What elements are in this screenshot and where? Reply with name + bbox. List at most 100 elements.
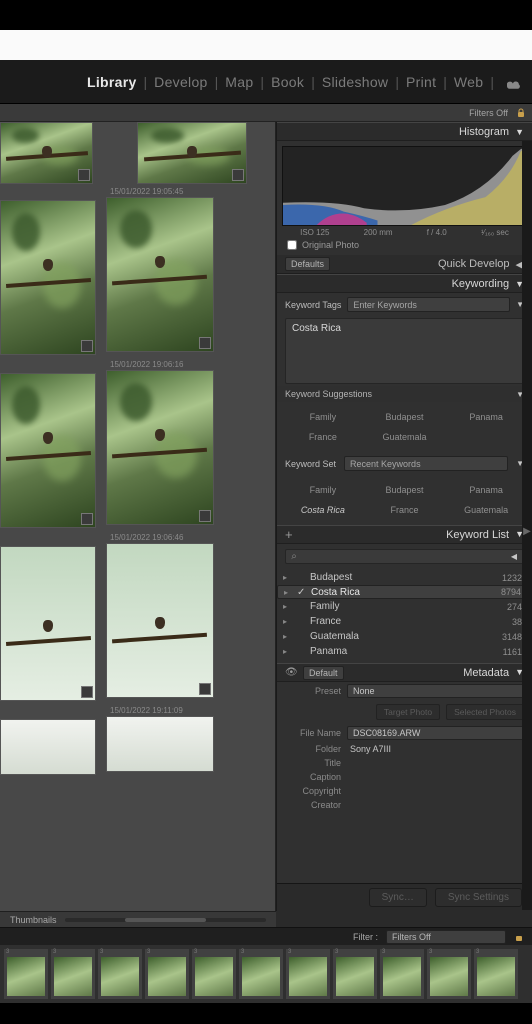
- flag-badge[interactable]: [78, 169, 90, 181]
- thumbnail-grid[interactable]: 3 15/01/2022 19:05:45 3 15/01/2022 19:06…: [0, 122, 276, 911]
- meta-label: Title: [285, 758, 341, 768]
- keyword-list-item[interactable]: ▸Budapest1232: [277, 570, 532, 585]
- grid-cell[interactable]: [106, 370, 214, 525]
- filter-select[interactable]: Filters Off: [386, 930, 506, 944]
- keyword-suggestions: Family Budapest Panama France Guatemala: [277, 402, 532, 452]
- suggestion-item[interactable]: [446, 428, 526, 446]
- metadata-header[interactable]: 👁Default Metadata▼: [277, 663, 532, 682]
- expand-arrow-icon[interactable]: ▶: [522, 526, 532, 544]
- set-item[interactable]: Panama: [446, 481, 526, 499]
- flag-badge[interactable]: [81, 513, 93, 525]
- suggestion-item[interactable]: Panama: [446, 408, 526, 426]
- keyword-tags-select[interactable]: Enter Keywords: [347, 297, 510, 312]
- grid-cell[interactable]: [106, 716, 214, 772]
- keyword-search[interactable]: ⌕◀: [285, 549, 524, 564]
- grid-cell[interactable]: [106, 543, 214, 698]
- keyword-list-item[interactable]: ▸✓Costa Rica8794: [277, 585, 532, 599]
- target-photo-button[interactable]: Target Photo: [376, 704, 440, 720]
- grid-cell[interactable]: [0, 122, 93, 184]
- plus-icon[interactable]: +: [285, 527, 293, 542]
- preset-label: Preset: [285, 686, 341, 696]
- flag-badge[interactable]: [199, 510, 211, 522]
- filmstrip-cell[interactable]: 3: [380, 949, 424, 999]
- selected-photos-button[interactable]: Selected Photos: [446, 704, 524, 720]
- keyword-list-item[interactable]: ▸Guatemala3148: [277, 629, 532, 644]
- timestamp: 15/01/2022 19:06:16: [106, 359, 266, 370]
- grid-cell[interactable]: [0, 719, 96, 775]
- keywording-header[interactable]: Keywording▼: [277, 274, 532, 293]
- grid-cell[interactable]: [0, 373, 96, 528]
- metadata-preset-select[interactable]: Default: [303, 666, 344, 680]
- set-item[interactable]: Costa Rica: [283, 501, 363, 519]
- keyword-list-item[interactable]: ▸France38: [277, 614, 532, 629]
- sync-button[interactable]: Sync…: [369, 888, 427, 907]
- meta-label: File Name: [285, 728, 341, 738]
- filmstrip-cell[interactable]: 3: [474, 949, 518, 999]
- original-photo-toggle[interactable]: Original Photo: [277, 238, 532, 255]
- histogram[interactable]: [282, 146, 527, 226]
- keyword-list-item[interactable]: ▸Panama1161: [277, 644, 532, 659]
- filmstrip-cell[interactable]: 3: [239, 949, 283, 999]
- tab-map[interactable]: Map: [225, 74, 253, 90]
- grid-cell[interactable]: [106, 197, 214, 352]
- filters-off-label[interactable]: Filters Off: [469, 108, 508, 118]
- cloud-icon[interactable]: [507, 77, 522, 87]
- grid-cell[interactable]: [0, 546, 96, 701]
- filmstrip-cell[interactable]: 3: [145, 949, 189, 999]
- meta-value[interactable]: Sony A7III: [347, 744, 524, 754]
- right-panel-edge[interactable]: ▶: [522, 141, 532, 910]
- suggestion-item[interactable]: France: [283, 428, 363, 446]
- keyword-tags-input[interactable]: Costa Rica: [285, 318, 524, 384]
- keyword-suggestions-header[interactable]: Keyword Suggestions▼: [277, 386, 532, 402]
- filmstrip-cell[interactable]: 3: [98, 949, 142, 999]
- set-item[interactable]: Budapest: [365, 481, 445, 499]
- tab-slideshow[interactable]: Slideshow: [322, 74, 389, 90]
- lock-icon[interactable]: [516, 108, 526, 118]
- tab-develop[interactable]: Develop: [154, 74, 207, 90]
- keyword-list-item[interactable]: ▸Family274: [277, 599, 532, 614]
- set-item[interactable]: Family: [283, 481, 363, 499]
- set-item[interactable]: France: [365, 501, 445, 519]
- lock-icon[interactable]: [514, 932, 524, 942]
- timestamp: 15/01/2022 19:05:45: [106, 186, 266, 197]
- tab-web[interactable]: Web: [454, 74, 483, 90]
- keyword-set-select[interactable]: Recent Keywords: [344, 456, 508, 471]
- qd-preset-select[interactable]: Defaults: [285, 257, 330, 271]
- thumbnail-size-slider[interactable]: [65, 918, 266, 922]
- filmstrip-cell[interactable]: 3: [286, 949, 330, 999]
- flag-badge[interactable]: [232, 169, 244, 181]
- tab-library[interactable]: Library: [87, 74, 137, 90]
- flag-badge[interactable]: [199, 337, 211, 349]
- histogram-header[interactable]: Histogram▼: [277, 122, 532, 141]
- tab-book[interactable]: Book: [271, 74, 304, 90]
- filmstrip-cell[interactable]: 3: [427, 949, 471, 999]
- filmstrip-cell[interactable]: 3: [333, 949, 377, 999]
- filmstrip-cell[interactable]: 3: [192, 949, 236, 999]
- preset-value[interactable]: None: [347, 684, 524, 698]
- flag-badge[interactable]: [199, 683, 211, 695]
- meta-label: Creator: [285, 800, 341, 810]
- suggestion-item[interactable]: Family: [283, 408, 363, 426]
- module-tabs: Library| Develop| Map| Book| Slideshow| …: [0, 30, 532, 104]
- filmstrip-cell[interactable]: 3: [4, 949, 48, 999]
- keyword-list: ▸Budapest1232▸✓Costa Rica8794▸Family274▸…: [277, 566, 532, 663]
- tab-print[interactable]: Print: [406, 74, 436, 90]
- sync-settings-button[interactable]: Sync Settings: [435, 888, 522, 907]
- thumbnail-footer: Thumbnails: [0, 911, 276, 927]
- histogram-meta: ISO 125200 mmf / 4.0¹⁄₁₆₀ sec: [277, 226, 532, 238]
- grid-cell[interactable]: [137, 122, 247, 184]
- suggestion-item[interactable]: Guatemala: [365, 428, 445, 446]
- flag-badge[interactable]: [81, 686, 93, 698]
- set-item[interactable]: Guatemala: [446, 501, 526, 519]
- filter-footer: Filter : Filters Off: [0, 927, 532, 945]
- filmstrip-cell[interactable]: 3: [51, 949, 95, 999]
- flag-badge[interactable]: [81, 340, 93, 352]
- keyword-list-header[interactable]: +Keyword List▼: [277, 525, 532, 544]
- grid-cell[interactable]: [0, 200, 96, 355]
- sync-row: Sync… Sync Settings: [277, 883, 532, 911]
- meta-value[interactable]: DSC08169.ARW: [347, 726, 524, 740]
- suggestion-item[interactable]: Budapest: [365, 408, 445, 426]
- eye-icon[interactable]: 👁: [285, 667, 297, 678]
- filmstrip[interactable]: 33333333333: [0, 945, 532, 1003]
- quick-develop-header[interactable]: Defaults Quick Develop◀: [277, 255, 532, 274]
